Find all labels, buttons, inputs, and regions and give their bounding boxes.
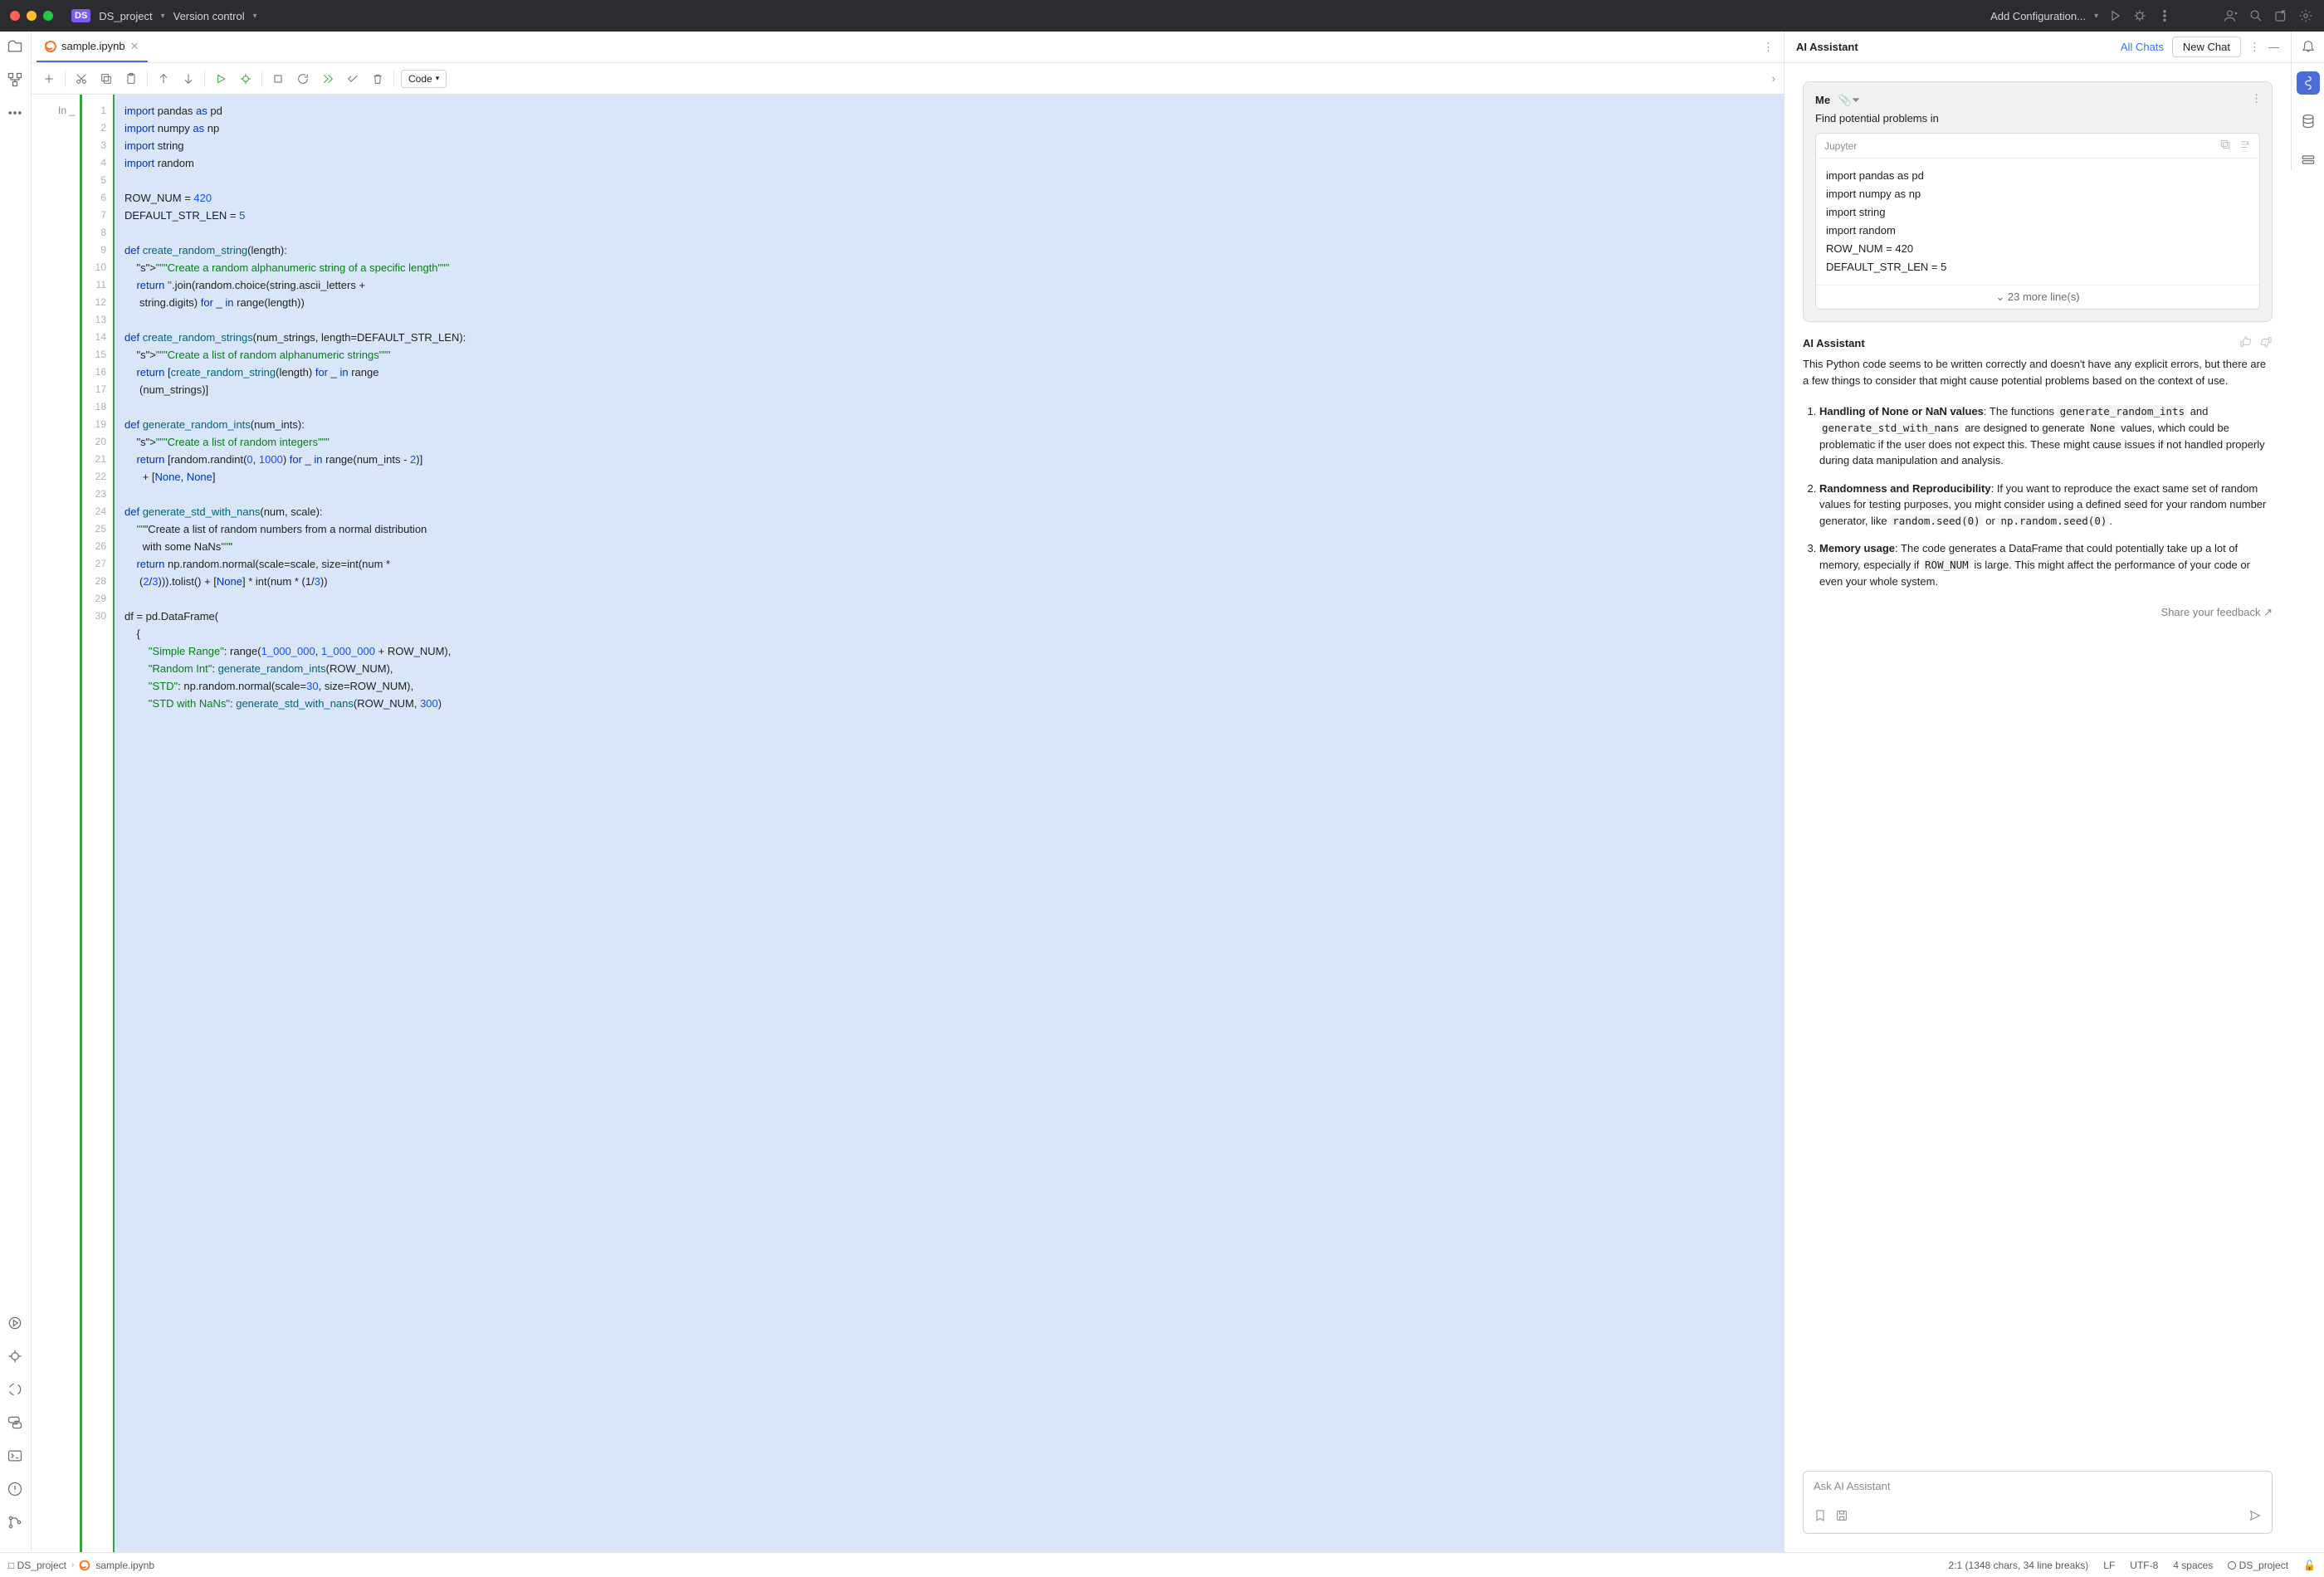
cursor-position: 2:1 (1348 chars, 34 line breaks) (1949, 1560, 2089, 1571)
add-user-icon[interactable] (2223, 7, 2239, 24)
clear-output-icon[interactable] (344, 70, 362, 88)
run-cell-icon[interactable] (212, 70, 230, 88)
line-gutter: 1234567891011121314151617181920212223242… (80, 95, 113, 1552)
kebab-icon[interactable]: ⋮ (2249, 41, 2260, 54)
bell-icon[interactable] (2301, 38, 2316, 56)
bug-icon[interactable] (2131, 7, 2148, 24)
sender-label: Me (1815, 94, 1830, 106)
tab-filename: sample.ipynb (61, 40, 125, 52)
bookmark-icon[interactable] (1814, 1509, 1827, 1525)
run-config-dropdown[interactable]: Add Configuration... (1990, 10, 2086, 22)
breadcrumb-file[interactable]: sample.ipynb (95, 1560, 154, 1571)
loading-icon[interactable] (7, 1381, 25, 1399)
new-chat-button[interactable]: New Chat (2172, 37, 2241, 57)
restart-icon[interactable] (294, 70, 312, 88)
debug-icon[interactable] (7, 1348, 25, 1366)
git-icon[interactable] (7, 1514, 25, 1532)
close-icon[interactable]: ✕ (130, 40, 139, 53)
structure-icon[interactable] (7, 71, 25, 90)
code-lang-label: Jupyter (1824, 140, 1857, 152)
project-badge: DS (71, 9, 90, 22)
search-icon[interactable] (2248, 7, 2264, 24)
encoding[interactable]: UTF-8 (2130, 1560, 2158, 1571)
up-arrow-icon[interactable] (154, 70, 173, 88)
project-name[interactable]: DS_project (99, 10, 152, 22)
indent-setting[interactable]: 4 spaces (2173, 1560, 2213, 1571)
code-attachment: Jupyter import pandas as pd import numpy… (1815, 133, 2260, 310)
cell-in-label: In _ (32, 95, 80, 1552)
cell-type-dropdown[interactable]: Code ▾ (401, 70, 447, 88)
window-controls[interactable] (10, 11, 53, 21)
delete-icon[interactable] (369, 70, 387, 88)
jupyter-icon (80, 1560, 90, 1570)
list-item: Handling of None or NaN values: The func… (1819, 403, 2273, 469)
paste-icon[interactable] (122, 70, 140, 88)
send-icon[interactable] (2248, 1509, 2262, 1525)
list-item: Memory usage: The code generates a DataF… (1819, 540, 2273, 589)
gear-icon[interactable] (2297, 7, 2314, 24)
line-separator[interactable]: LF (2103, 1560, 2115, 1571)
down-arrow-icon[interactable] (179, 70, 198, 88)
add-cell-icon[interactable] (40, 70, 58, 88)
assistant-points: Handling of None or NaN values: The func… (1819, 403, 2273, 589)
vcs-dropdown[interactable]: Version control (173, 10, 245, 22)
stop-icon[interactable] (269, 70, 287, 88)
list-item: Randomness and Reproducibility: If you w… (1819, 481, 2273, 530)
assistant-label: AI Assistant (1803, 337, 1865, 349)
ai-input-box[interactable]: Ask AI Assistant (1803, 1471, 2273, 1534)
jupyter-icon (45, 41, 56, 52)
more-icon[interactable] (7, 105, 25, 123)
problems-icon[interactable] (7, 1481, 25, 1499)
copy-code-icon[interactable] (2219, 139, 2231, 153)
code-snippet: import pandas as pd import numpy as np i… (1816, 159, 2259, 285)
thumbs-up-icon[interactable] (2239, 335, 2253, 351)
user-message: ⋮ Me 📎⏷ Find potential problems in Jupyt… (1803, 81, 2273, 322)
debug-cell-icon[interactable] (237, 70, 255, 88)
ai-panel-title: AI Assistant (1796, 41, 1858, 53)
run-all-icon[interactable] (319, 70, 337, 88)
ai-assistant-icon[interactable] (2297, 71, 2320, 95)
chevron-down-icon[interactable]: ▾ (2094, 12, 2098, 21)
services-icon[interactable] (7, 1315, 25, 1333)
ai-input-placeholder: Ask AI Assistant (1814, 1480, 2262, 1492)
file-tab[interactable]: sample.ipynb ✕ (37, 32, 148, 62)
updates-icon[interactable] (2273, 7, 2289, 24)
database-icon[interactable] (2297, 110, 2320, 133)
terminal-icon[interactable] (7, 1448, 25, 1466)
minimize-icon[interactable]: — (2268, 41, 2279, 53)
assistant-intro: This Python code seems to be written cor… (1803, 356, 2273, 388)
lock-icon[interactable]: 🔓 (2303, 1560, 2316, 1571)
copy-icon[interactable] (97, 70, 115, 88)
save-icon[interactable] (1835, 1509, 1848, 1525)
play-icon[interactable] (2107, 7, 2123, 24)
all-chats-link[interactable]: All Chats (2121, 41, 2164, 53)
folder-icon[interactable] (7, 38, 25, 56)
feedback-link[interactable]: Share your feedback ↗ (1803, 606, 2273, 619)
python-console-icon[interactable] (7, 1414, 25, 1433)
interpreter[interactable]: DS_project (2228, 1560, 2288, 1571)
kebab-icon[interactable]: ⋮ (2251, 92, 2262, 105)
components-icon[interactable] (2297, 148, 2320, 171)
kebab-icon[interactable]: ⋮ (1758, 41, 1779, 54)
cut-icon[interactable] (72, 70, 90, 88)
chevron-down-icon[interactable]: ▾ (161, 12, 165, 21)
thumbs-down-icon[interactable] (2259, 335, 2273, 351)
attachment-icon[interactable]: 📎⏷ (1838, 94, 1861, 106)
chevron-down-icon[interactable]: ▾ (253, 12, 257, 21)
breadcrumb-project[interactable]: □ DS_project (8, 1560, 66, 1571)
insert-code-icon[interactable] (2239, 139, 2251, 153)
chevron-right-icon[interactable]: › (1772, 72, 1775, 85)
kebab-icon[interactable] (2156, 7, 2173, 24)
user-message-text: Find potential problems in (1815, 112, 2260, 124)
expand-code-link[interactable]: ⌄ 23 more line(s) (1816, 285, 2259, 309)
code-cell[interactable]: import pandas as pd import numpy as np i… (113, 95, 1784, 1552)
